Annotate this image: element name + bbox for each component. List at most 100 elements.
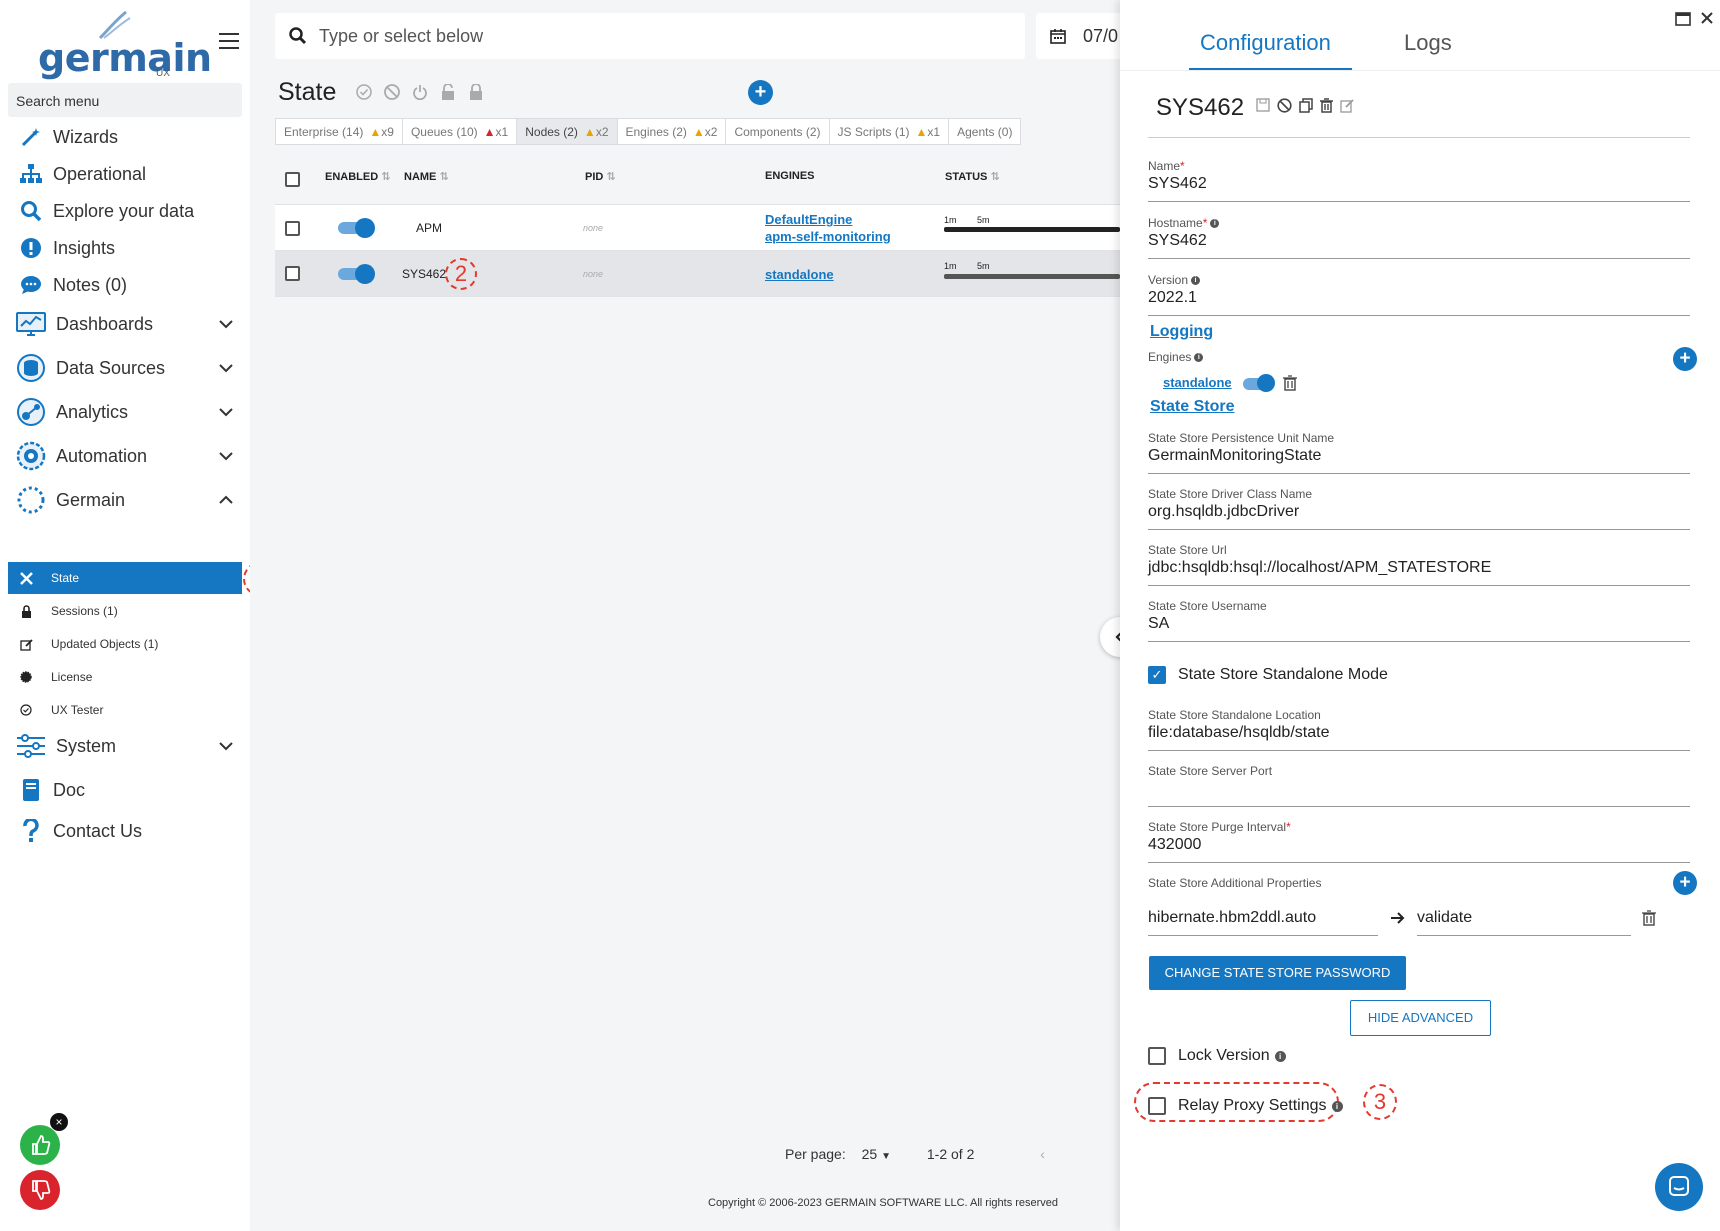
- add-property-button[interactable]: +: [1673, 871, 1697, 895]
- row-checkbox[interactable]: [285, 266, 300, 281]
- engine-link[interactable]: standalone: [765, 267, 834, 282]
- select-all-checkbox[interactable]: [285, 172, 300, 187]
- relay-proxy-checkbox[interactable]: Relay Proxy Settings i: [1148, 1097, 1343, 1115]
- table-row[interactable]: APM none DefaultEngine apm-self-monitori…: [275, 205, 1120, 251]
- sidebar-item-notes[interactable]: Notes (0): [0, 267, 250, 303]
- field-value[interactable]: [1148, 780, 1690, 800]
- close-feedback-icon[interactable]: ×: [50, 1113, 68, 1131]
- column-header-engines[interactable]: ENGINES: [765, 170, 815, 182]
- tab-js-scripts[interactable]: JS Scripts (1) ▲x1: [828, 118, 950, 145]
- checkbox-checked[interactable]: ✓: [1148, 666, 1166, 684]
- power-icon[interactable]: [411, 83, 429, 101]
- field-value[interactable]: jdbc:hsqldb:hsql://localhost/APM_STATEST…: [1148, 559, 1690, 579]
- tab-components[interactable]: Components (2): [725, 118, 830, 145]
- close-icon[interactable]: [1701, 12, 1713, 24]
- row-checkbox[interactable]: [285, 221, 300, 236]
- prev-page-icon[interactable]: ‹: [1040, 1146, 1045, 1162]
- chevron-down-icon[interactable]: [218, 360, 234, 376]
- sidebar-item-wizards[interactable]: Wizards: [0, 119, 250, 155]
- field-value[interactable]: 432000: [1148, 836, 1690, 856]
- engine-toggle[interactable]: [1243, 374, 1275, 392]
- info-icon[interactable]: i: [1274, 1050, 1286, 1062]
- sidebar-subitem-ux-tester[interactable]: UX Tester: [8, 694, 242, 726]
- per-page-select[interactable]: 25 ▼: [862, 1146, 891, 1162]
- sidebar-item-explore[interactable]: Explore your data: [0, 193, 250, 229]
- trash-icon[interactable]: [1320, 98, 1333, 113]
- field-value[interactable]: org.hsqldb.jdbcDriver: [1148, 503, 1690, 523]
- global-search-bar[interactable]: Type or select below: [275, 13, 1025, 59]
- search-menu-input[interactable]: Search menu: [8, 83, 242, 117]
- field-value[interactable]: SYS462: [1148, 175, 1690, 195]
- unlock-icon[interactable]: [439, 83, 457, 101]
- field-value[interactable]: SA: [1148, 615, 1690, 635]
- purge-interval-field[interactable]: State Store Purge Interval* 432000: [1148, 820, 1690, 863]
- copy-icon[interactable]: [1299, 98, 1313, 113]
- standalone-mode-checkbox[interactable]: ✓ State Store Standalone Mode: [1148, 666, 1388, 684]
- username-field[interactable]: State Store Username SA: [1148, 599, 1690, 642]
- hostname-field[interactable]: Hostname* i SYS462: [1148, 216, 1690, 259]
- tab-logs[interactable]: Logs: [1404, 30, 1452, 56]
- column-header-enabled[interactable]: ENABLED ⇅: [325, 170, 390, 183]
- sidebar-item-contact[interactable]: Contact Us: [0, 813, 250, 849]
- maximize-icon[interactable]: [1675, 12, 1691, 26]
- sidebar-item-automation[interactable]: Automation: [0, 438, 250, 474]
- checkbox-unchecked[interactable]: [1148, 1097, 1166, 1115]
- sidebar-subitem-sessions[interactable]: Sessions (1): [8, 595, 242, 627]
- chevron-up-icon[interactable]: [218, 492, 234, 508]
- standalone-location-field[interactable]: State Store Standalone Location file:dat…: [1148, 708, 1690, 751]
- trash-icon[interactable]: [1283, 375, 1297, 391]
- chevron-down-icon[interactable]: [218, 448, 234, 464]
- add-engine-button[interactable]: +: [1673, 347, 1697, 371]
- logging-link[interactable]: Logging: [1150, 323, 1213, 341]
- tab-configuration[interactable]: Configuration: [1200, 30, 1331, 56]
- checkbox-unchecked[interactable]: [1148, 1047, 1166, 1065]
- state-store-link[interactable]: State Store: [1150, 398, 1234, 416]
- field-value[interactable]: validate: [1417, 909, 1631, 929]
- field-value[interactable]: hibernate.hbm2ddl.auto: [1148, 909, 1378, 929]
- sidebar-subitem-updated-objects[interactable]: Updated Objects (1): [8, 628, 242, 660]
- field-value[interactable]: SYS462: [1148, 232, 1690, 252]
- tab-agents[interactable]: Agents (0): [948, 118, 1022, 145]
- field-value[interactable]: file:database/hsqldb/state: [1148, 724, 1690, 744]
- engine-link[interactable]: DefaultEngine: [765, 212, 852, 227]
- sidebar-subitem-license[interactable]: License: [8, 661, 242, 693]
- node-name[interactable]: APM: [416, 221, 442, 235]
- column-header-pid[interactable]: PID ⇅: [585, 170, 616, 183]
- info-icon[interactable]: i: [1191, 276, 1201, 286]
- germain-logo[interactable]: germain UX: [36, 10, 212, 80]
- enable-icon[interactable]: [355, 83, 373, 101]
- field-value[interactable]: 2022.1: [1148, 289, 1690, 309]
- lock-icon[interactable]: [467, 83, 485, 101]
- server-port-field[interactable]: State Store Server Port: [1148, 764, 1690, 807]
- disable-icon[interactable]: [383, 83, 401, 101]
- info-icon[interactable]: i: [1210, 219, 1220, 229]
- tab-engines[interactable]: Engines (2) ▲x2: [616, 118, 727, 145]
- enabled-toggle[interactable]: [338, 218, 375, 238]
- column-header-status[interactable]: STATUS ⇅: [945, 170, 1000, 183]
- chevron-down-icon[interactable]: [218, 316, 234, 332]
- sidebar-subitem-state[interactable]: State: [8, 562, 242, 594]
- chevron-down-icon[interactable]: [218, 738, 234, 754]
- sidebar-item-doc[interactable]: Doc: [0, 772, 250, 808]
- disable-icon[interactable]: [1277, 98, 1292, 113]
- info-icon[interactable]: i: [1331, 1100, 1343, 1112]
- edit-icon[interactable]: [1340, 98, 1355, 113]
- engine-chip-link[interactable]: standalone: [1163, 375, 1232, 390]
- chevron-down-icon[interactable]: [218, 404, 234, 420]
- tab-queues[interactable]: Queues (10) ▲x1: [401, 118, 518, 145]
- field-value[interactable]: GermainMonitoringState: [1148, 447, 1690, 467]
- save-icon[interactable]: [1256, 98, 1270, 112]
- info-icon[interactable]: i: [1194, 353, 1204, 363]
- sidebar-item-system[interactable]: System: [0, 728, 250, 764]
- hide-advanced-button[interactable]: HIDE ADVANCED: [1350, 1000, 1491, 1036]
- driver-class-field[interactable]: State Store Driver Class Name org.hsqldb…: [1148, 487, 1690, 530]
- enabled-toggle[interactable]: [338, 264, 375, 284]
- sidebar-item-insights[interactable]: Insights: [0, 230, 250, 266]
- property-key-input[interactable]: hibernate.hbm2ddl.auto: [1148, 907, 1378, 936]
- chat-launcher-button[interactable]: [1655, 1163, 1703, 1211]
- change-password-button[interactable]: CHANGE STATE STORE PASSWORD: [1149, 956, 1406, 990]
- tab-nodes[interactable]: Nodes (2) ▲x2: [516, 118, 618, 145]
- name-field[interactable]: Name* SYS462: [1148, 159, 1690, 202]
- tab-enterprise[interactable]: Enterprise (14) ▲x9: [275, 118, 403, 145]
- add-node-button[interactable]: +: [748, 80, 773, 105]
